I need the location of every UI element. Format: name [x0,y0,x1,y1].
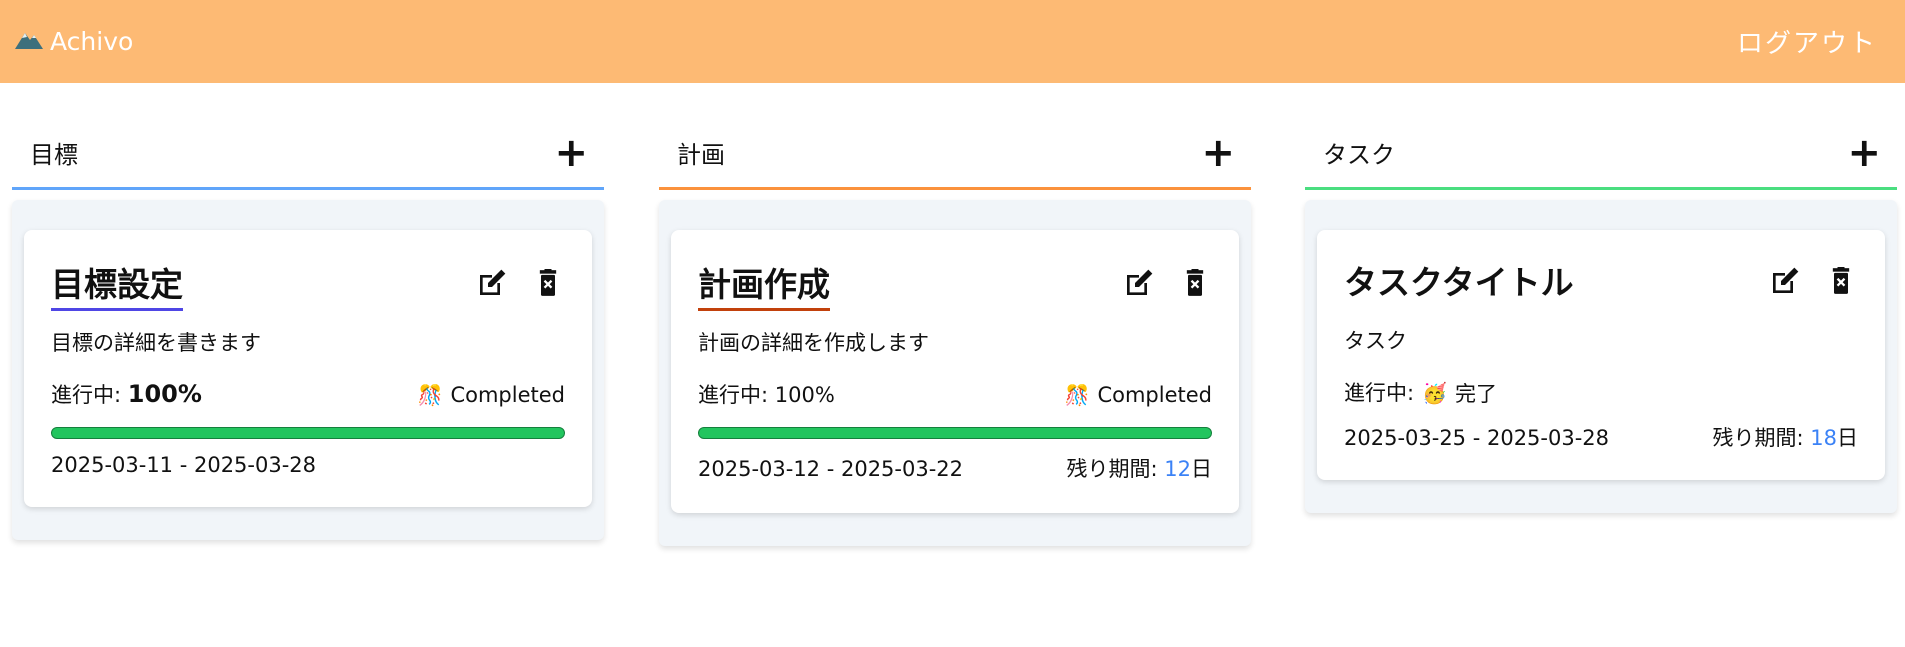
remaining-days: 18 [1810,426,1837,450]
remaining-days: 12 [1164,457,1191,481]
card-description: 目標の詳細を書きます [51,331,261,355]
add-task-button[interactable]: + [1847,133,1881,173]
goal-card[interactable]: 目標設定 目標の詳細を書きます 進行中: 100% 🎊 Completed 20… [24,230,592,507]
delete-icon[interactable] [1178,266,1212,300]
progress-label: 進行中: [1344,381,1415,405]
status-text: Completed [1097,383,1212,407]
remaining-label: 残り期間: [1712,426,1811,450]
party-face-icon: 🥳 [1422,381,1447,405]
remaining-label: 残り期間: [1066,457,1165,481]
date-range: 2025-03-11 - 2025-03-28 [51,453,317,477]
delete-icon[interactable] [531,266,565,300]
edit-icon[interactable] [1768,264,1802,298]
remaining-unit: 日 [1837,426,1858,450]
edit-icon[interactable] [475,266,509,300]
column-header: 目標 + [12,118,604,190]
status-badge: 🎊 Completed [1065,383,1212,407]
column-body: 計画作成 計画の詳細を作成します 進行中: 100% 🎊 Completed 2… [659,200,1251,546]
card-title: タスクタイトル [1344,263,1574,302]
app-name: Achivo [50,27,134,56]
remaining-period: 残り期間: 18日 [1713,422,1859,452]
remaining-unit: 日 [1191,457,1212,481]
card-description: タスク [1344,329,1407,353]
add-goal-button[interactable]: + [554,133,588,173]
column-header: 計画 + [659,118,1251,190]
confetti-icon: 🎊 [1064,383,1090,407]
progress-bar [51,427,565,439]
column-title: タスク [1323,141,1395,169]
card-title: 目標設定 [51,258,183,311]
status-badge: 🎊 Completed [418,383,565,407]
app-header: Achivo ログアウト [0,0,1905,83]
date-range: 2025-03-25 - 2025-03-28 [1344,426,1610,450]
column-title: 目標 [30,141,78,169]
progress-bar [698,427,1212,439]
brand[interactable]: Achivo [14,27,133,57]
column-tasks: タスク + タスクタイトル タスク 進行中: 🥳 完了 2025-03-25 -… [1305,118,1897,513]
delete-icon[interactable] [1824,264,1858,298]
column-goals: 目標 + 目標設定 目標の詳細を書きます 進行中: 100% 🎊 Complet… [12,118,604,540]
progress-text: 進行中: 100% [51,379,202,409]
date-range: 2025-03-12 - 2025-03-22 [698,457,964,481]
column-header: タスク + [1305,118,1897,190]
status-text: 完了 [1454,382,1497,406]
add-plan-button[interactable]: + [1201,133,1235,173]
progress-value: 100% [127,380,202,408]
confetti-icon: 🎊 [417,383,443,407]
column-body: タスクタイトル タスク 進行中: 🥳 完了 2025-03-25 - 2025-… [1305,200,1897,513]
progress-text: 進行中: 100% [698,383,835,407]
edit-icon[interactable] [1122,266,1156,300]
logout-button[interactable]: ログアウト [1737,23,1877,60]
plan-card[interactable]: 計画作成 計画の詳細を作成します 進行中: 100% 🎊 Completed 2… [671,230,1239,513]
card-title: 計画作成 [698,258,830,311]
progress-label: 進行中: [51,383,122,407]
mountain-logo-icon [14,27,44,57]
status-text: Completed [450,383,565,407]
column-plans: 計画 + 計画作成 計画の詳細を作成します 進行中: 100% 🎊 Comple… [659,118,1251,546]
status-badge: 🥳 完了 [1422,378,1497,408]
task-card[interactable]: タスクタイトル タスク 進行中: 🥳 完了 2025-03-25 - 2025-… [1317,230,1885,480]
column-title: 計画 [677,141,725,169]
column-body: 目標設定 目標の詳細を書きます 進行中: 100% 🎊 Completed 20… [12,200,604,540]
card-description: 計画の詳細を作成します [698,331,929,355]
remaining-period: 残り期間: 12日 [1067,453,1213,483]
